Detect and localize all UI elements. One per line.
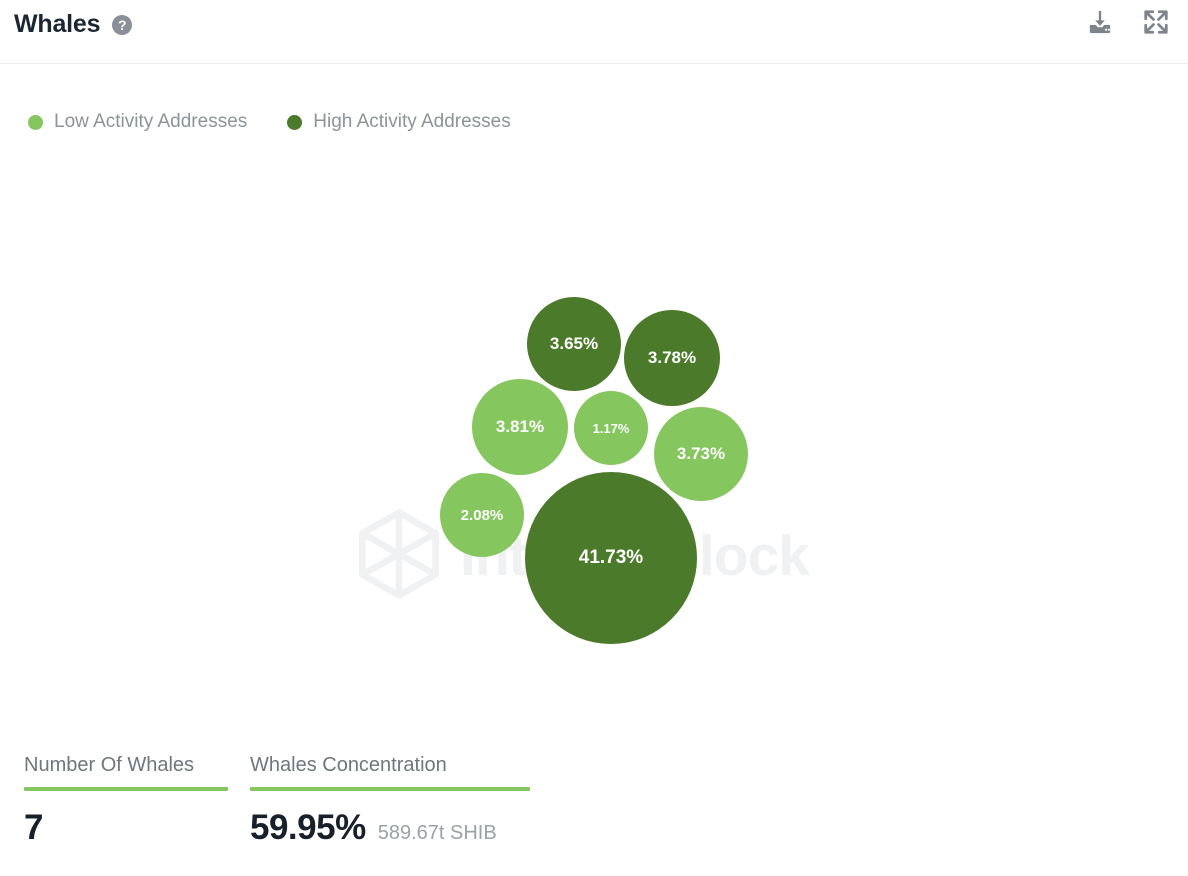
download-icon[interactable] [1086, 8, 1114, 36]
legend-dot-icon [287, 115, 302, 130]
legend-item-high-activity[interactable]: High Activity Addresses [287, 110, 510, 134]
stat-whales-concentration: Whales Concentration 59.95% 589.67t SHIB [250, 752, 530, 848]
bubble-3.73[interactable]: 3.73% [654, 407, 748, 501]
page-title: Whales [14, 7, 100, 41]
bubble-label: 2.08% [461, 507, 504, 524]
bubble-3.81[interactable]: 3.81% [472, 379, 568, 475]
hexagon-cube-logo-icon [352, 507, 446, 606]
bubble-3.78[interactable]: 3.78% [624, 310, 720, 406]
bubble-1.17[interactable]: 1.17% [574, 391, 648, 465]
fullscreen-icon[interactable] [1142, 8, 1170, 36]
stat-value: 59.95% [250, 808, 366, 848]
bubble-label: 1.17% [593, 421, 630, 436]
bubble-label: 3.73% [677, 444, 725, 464]
panel-header: Whales ? [0, 0, 1188, 64]
question-mark-icon[interactable]: ? [112, 15, 132, 35]
legend-label: High Activity Addresses [313, 110, 510, 134]
bubble-label: 41.73% [579, 547, 643, 569]
whales-bubble-chart: IntoTheBlock 3.65%3.78%3.81%1.17%3.73%2.… [0, 150, 1188, 730]
stat-number-of-whales: Number Of Whales 7 [24, 752, 228, 848]
chart-legend: Low Activity Addresses High Activity Add… [28, 110, 511, 134]
panel-header-actions [1086, 8, 1170, 36]
legend-dot-icon [28, 115, 43, 130]
summary-stats: Number Of Whales 7 Whales Concentration … [24, 752, 530, 848]
bubble-label: 3.81% [496, 417, 544, 437]
legend-item-low-activity[interactable]: Low Activity Addresses [28, 110, 247, 134]
bubble-41.73[interactable]: 41.73% [525, 472, 697, 644]
stat-value: 7 [24, 808, 43, 848]
stat-subvalue: 589.67t SHIB [378, 821, 497, 845]
legend-label: Low Activity Addresses [54, 110, 247, 134]
bubble-3.65[interactable]: 3.65% [527, 297, 621, 391]
stat-label: Whales Concentration [250, 752, 530, 787]
bubble-label: 3.78% [648, 348, 696, 368]
stat-label: Number Of Whales [24, 752, 228, 787]
bubble-label: 3.65% [550, 334, 598, 354]
panel-header-left: Whales ? [14, 7, 132, 41]
bubble-2.08[interactable]: 2.08% [440, 473, 524, 557]
stat-values: 59.95% 589.67t SHIB [250, 791, 530, 848]
stat-values: 7 [24, 791, 228, 848]
